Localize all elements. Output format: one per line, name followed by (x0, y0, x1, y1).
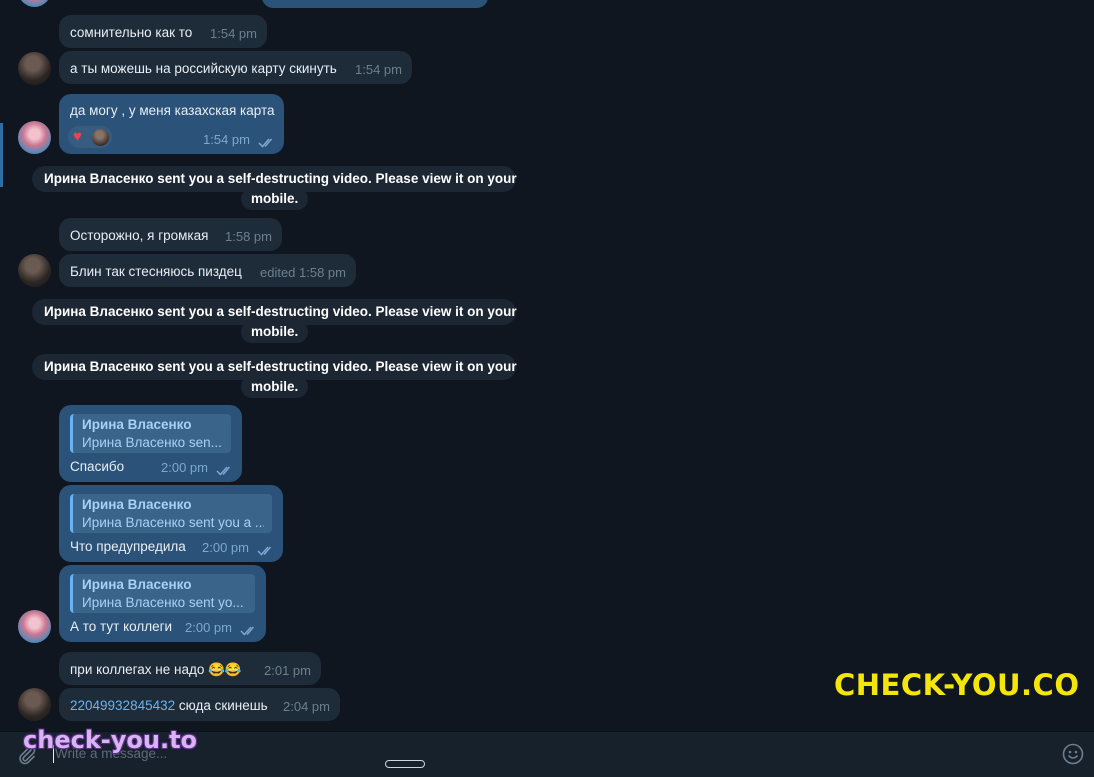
message-time: 1:58 pm (225, 229, 272, 244)
reply-text: Ирина Власенко sent you a ... (82, 515, 264, 530)
message-bubble-outgoing[interactable]: Ирина Власенко Ирина Власенко sen... Спа… (59, 405, 242, 482)
reply-preview[interactable]: Ирина Власенко Ирина Власенко sent you a… (70, 494, 272, 533)
message-time: 2:04 pm (283, 699, 330, 714)
message-text: сомнительно как то (70, 25, 193, 40)
reply-text: Ирина Власенко sent yo... (82, 595, 244, 610)
service-message: Ирина Власенко sent you a self-destructi… (32, 354, 517, 398)
chat-history[interactable]: сомнительно как то 1:54 pm а ты можешь н… (0, 0, 1094, 731)
emoji-icon[interactable] (1062, 743, 1084, 765)
avatar[interactable] (18, 0, 51, 7)
message-time: edited 1:58 pm (259, 265, 346, 280)
service-text-line2: mobile. (241, 321, 309, 343)
message-text: А то тут коллеги (70, 619, 173, 634)
avatar[interactable] (18, 688, 51, 721)
double-check-icon (257, 546, 272, 556)
reaction-badge[interactable]: ♥ (68, 126, 112, 148)
watermark-logo: CHECK-YOU.CO (834, 668, 1080, 702)
double-check-icon (240, 626, 255, 636)
watermark-logo-small: check-you.to (23, 726, 198, 754)
reply-text: Ирина Власенко sen... (82, 435, 222, 450)
reactor-avatar (92, 129, 109, 146)
scrollbar[interactable] (1087, 0, 1092, 731)
message-text: 22049932845432 сюда скинешь (70, 697, 268, 714)
service-message: Ирина Власенко sent you a self-destructi… (32, 299, 517, 343)
message-time: 2:00 pm (161, 460, 208, 475)
message-text: Спасибо (70, 459, 125, 474)
message-bubble-outgoing[interactable]: Ирина Власенко Ирина Власенко sent you a… (59, 485, 283, 562)
message-text: при коллегах не надо 😂😂 (70, 662, 242, 677)
service-text-line2: mobile. (241, 188, 309, 210)
message-time: 2:00 pm (202, 540, 249, 555)
reply-preview[interactable]: Ирина Власенко Ирина Власенко sen... (70, 414, 231, 453)
reply-author: Ирина Власенко (82, 577, 192, 592)
reply-author: Ирина Власенко (82, 497, 192, 512)
message-bubble-outgoing[interactable]: Ирина Власенко Ирина Власенко sent yo...… (59, 565, 266, 642)
message-time: 2:00 pm (185, 620, 232, 635)
avatar[interactable] (18, 610, 51, 643)
message-bubble[interactable]: Блин так стесняюсь пиздец edited 1:58 pm (59, 254, 356, 287)
message-bubble[interactable]: а ты можешь на российскую карту скинуть … (59, 51, 412, 84)
message-text: Что предупредила (70, 539, 186, 554)
card-number-link[interactable]: 22049932845432 (70, 698, 175, 713)
message-time: 1:54 pm (210, 26, 257, 41)
service-text-line2: mobile. (241, 376, 309, 398)
avatar[interactable] (18, 254, 51, 287)
avatar[interactable] (18, 52, 51, 85)
message-text-rest: сюда скинешь (175, 698, 268, 713)
double-check-icon (258, 138, 273, 148)
resize-handle[interactable] (385, 760, 425, 768)
message-text: а ты можешь на российскую карту скинуть (70, 61, 337, 76)
heart-icon: ♥ (73, 128, 82, 145)
message-bubble-cutoff[interactable] (262, 0, 488, 8)
message-time: 1:54 pm (355, 62, 402, 77)
selection-indicator (0, 123, 3, 187)
message-text: Осторожно, я громкая (70, 228, 209, 243)
message-bubble-outgoing[interactable]: да могу , у меня казахская карта ♥ 1:54 … (59, 94, 284, 154)
message-bubble[interactable]: сомнительно как то 1:54 pm (59, 15, 267, 48)
service-message: Ирина Власенко sent you a self-destructi… (32, 166, 517, 210)
message-time: 2:01 pm (264, 663, 311, 678)
message-bubble[interactable]: 22049932845432 сюда скинешь 2:04 pm (59, 688, 340, 721)
message-text: Блин так стесняюсь пиздец (70, 264, 242, 279)
avatar[interactable] (18, 121, 51, 154)
message-text: да могу , у меня казахская карта (70, 103, 275, 118)
reply-author: Ирина Власенко (82, 417, 192, 432)
message-bubble[interactable]: Осторожно, я громкая 1:58 pm (59, 218, 282, 251)
double-check-icon (216, 466, 231, 476)
message-time: 1:54 pm (203, 132, 250, 147)
message-bubble[interactable]: при коллегах не надо 😂😂 2:01 pm (59, 652, 321, 685)
reply-preview[interactable]: Ирина Власенко Ирина Власенко sent yo... (70, 574, 255, 613)
